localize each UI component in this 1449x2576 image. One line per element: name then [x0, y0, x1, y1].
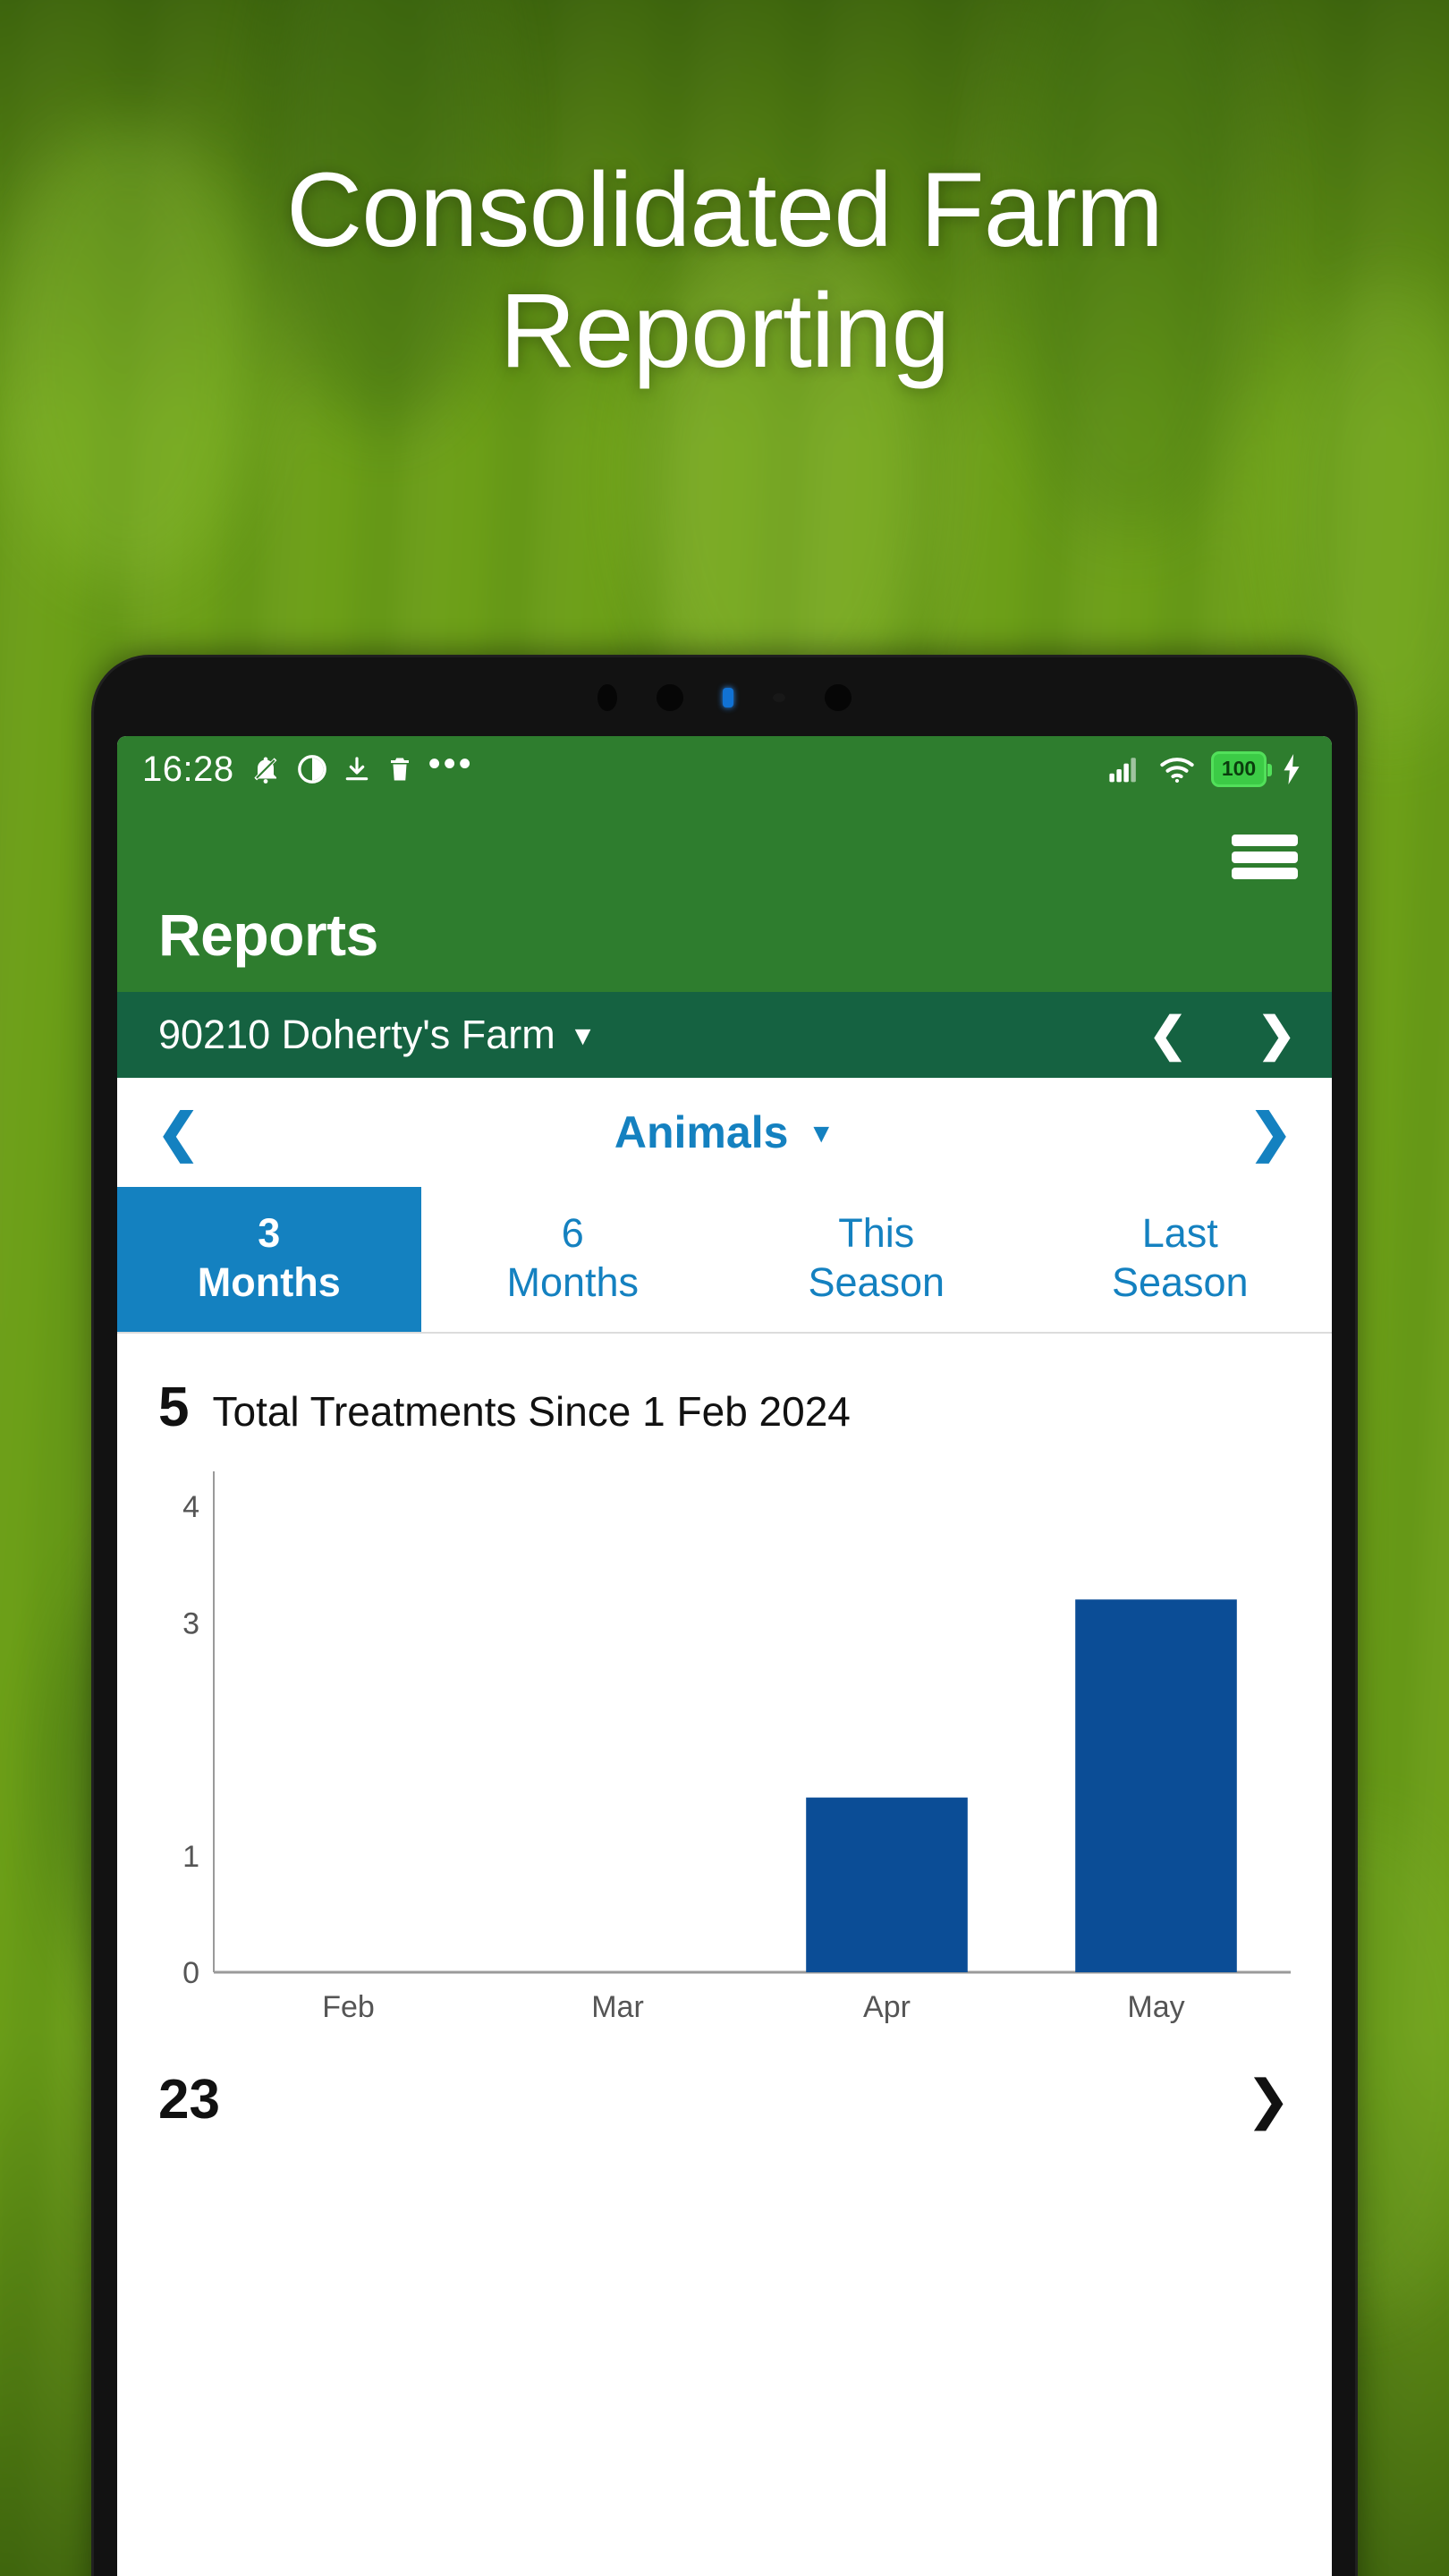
tab-line1: 6 [561, 1209, 584, 1256]
hero-title: Consolidated Farm Reporting [286, 151, 1164, 390]
status-bar: 16:28 ••• 100 [117, 736, 1332, 802]
svg-text:3: 3 [182, 1606, 199, 1640]
tab-line1: This [838, 1209, 915, 1256]
tab-line1: 3 [258, 1209, 281, 1256]
second-stat-row[interactable]: 23 ❯ [117, 2037, 1332, 2131]
tab-this-season[interactable]: This Season [724, 1187, 1029, 1332]
contrast-icon [297, 754, 327, 784]
svg-text:Feb: Feb [322, 1990, 375, 2024]
second-stat-value: 23 [158, 2069, 220, 2131]
farm-name-label: 90210 Doherty's Farm [158, 1012, 555, 1057]
cell-signal-icon [1107, 755, 1143, 784]
ambient-light-sensor-icon [825, 684, 852, 711]
tab-3-months[interactable]: 3 Months [117, 1187, 421, 1332]
more-dots-icon: ••• [428, 744, 474, 784]
phone-device-frame: 16:28 ••• 100 Reports 90210 Doherty's Fa… [94, 657, 1355, 2576]
bar-chart-svg: 4 3 1 0 Feb Mar Apr May [182, 1471, 1291, 2024]
battery-icon: 100 [1211, 751, 1272, 787]
farm-nav-controls: ❮ ❯ [1148, 1012, 1296, 1058]
svg-text:May: May [1127, 1990, 1184, 2024]
earpiece-icon [773, 693, 785, 702]
svg-text:4: 4 [182, 1490, 199, 1524]
bell-off-icon [250, 753, 282, 785]
report-prev-button[interactable]: ❮ [157, 1102, 200, 1163]
report-type-label: Animals [614, 1107, 789, 1157]
app-bar: Reports [117, 802, 1332, 992]
tab-line2: Season [808, 1258, 945, 1305]
page-title: Reports [158, 902, 378, 968]
farm-prev-button[interactable]: ❮ [1148, 1012, 1188, 1058]
treatments-stat-row[interactable]: 5 Total Treatments Since 1 Feb 2024 [117, 1334, 1332, 1453]
period-tabs: 3 Months 6 Months This Season Last Seaso… [117, 1187, 1332, 1334]
report-type-dropdown[interactable]: Animals ▼ [614, 1106, 835, 1158]
treatments-bar-chart: 4 3 1 0 Feb Mar Apr May [149, 1464, 1300, 2037]
status-clock: 16:28 [142, 749, 234, 789]
download-icon [343, 755, 371, 784]
farm-selector-bar: 90210 Doherty's Farm ▼ ❮ ❯ [117, 992, 1332, 1078]
report-next-button[interactable]: ❯ [1249, 1102, 1292, 1163]
report-type-bar: ❮ Animals ▼ ❯ [117, 1078, 1332, 1187]
charging-bolt-icon [1282, 754, 1301, 784]
phone-screen: 16:28 ••• 100 Reports 90210 Doherty's Fa… [117, 736, 1332, 2576]
treatments-value: 5 [158, 1377, 190, 1438]
chevron-down-icon: ▼ [808, 1119, 835, 1148]
phone-bezel-sensors [94, 657, 1355, 738]
tab-line2: Months [197, 1258, 341, 1305]
front-camera-icon [657, 684, 683, 711]
farm-next-button[interactable]: ❯ [1257, 1012, 1296, 1058]
svg-text:Mar: Mar [591, 1990, 644, 2024]
proximity-sensor-icon [597, 684, 617, 711]
treatments-label: Total Treatments Since 1 Feb 2024 [212, 1388, 851, 1435]
tab-line1: Last [1141, 1209, 1218, 1256]
tab-last-season[interactable]: Last Season [1029, 1187, 1333, 1332]
svg-text:0: 0 [182, 1956, 199, 1990]
tab-line2: Months [506, 1258, 640, 1305]
hamburger-menu-icon[interactable] [1230, 829, 1300, 885]
svg-text:Apr: Apr [863, 1990, 911, 2024]
trash-icon [386, 755, 413, 784]
farm-select-dropdown[interactable]: 90210 Doherty's Farm ▼ [158, 1012, 597, 1058]
wifi-icon [1158, 755, 1196, 784]
hero-banner: Consolidated Farm Reporting [0, 0, 1449, 680]
notification-led-icon [723, 688, 733, 708]
status-bar-right: 100 [1107, 751, 1301, 787]
tab-line2: Season [1111, 1258, 1249, 1305]
chevron-down-icon: ▼ [569, 1021, 597, 1051]
svg-text:1: 1 [182, 1840, 199, 1874]
status-bar-left: 16:28 ••• [142, 744, 474, 790]
tab-6-months[interactable]: 6 Months [421, 1187, 725, 1332]
second-stat-chevron-icon[interactable]: ❯ [1246, 2069, 1291, 2131]
